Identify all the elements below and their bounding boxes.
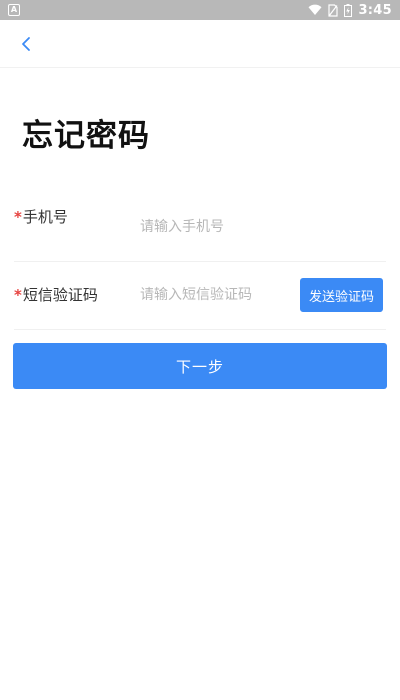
status-time: 3:45	[358, 2, 392, 18]
no-sim-icon	[328, 3, 339, 17]
wifi-icon	[308, 4, 322, 15]
next-step-button[interactable]: 下一步	[13, 343, 387, 389]
battery-charging-icon	[344, 3, 353, 17]
sms-code-input[interactable]	[140, 283, 290, 307]
phone-label: *手机号	[14, 206, 68, 227]
nav-bar	[0, 20, 400, 68]
phone-input[interactable]	[140, 215, 370, 239]
phone-label-text: 手机号	[22, 208, 68, 226]
sms-code-label: *短信验证码	[14, 284, 98, 305]
phone-row: *手机号	[14, 196, 386, 262]
sms-code-label-text: 短信验证码	[22, 286, 98, 304]
required-mark: *	[14, 208, 22, 226]
status-bar: A 3:45	[0, 0, 400, 20]
sms-code-row: *短信验证码 发送验证码	[14, 262, 386, 330]
app-notification-icon: A	[8, 4, 20, 16]
send-code-button[interactable]: 发送验证码	[300, 278, 383, 312]
chevron-left-icon	[22, 37, 30, 51]
required-mark: *	[14, 286, 22, 304]
page-title: 忘记密码	[22, 118, 150, 154]
back-button[interactable]	[14, 32, 38, 56]
